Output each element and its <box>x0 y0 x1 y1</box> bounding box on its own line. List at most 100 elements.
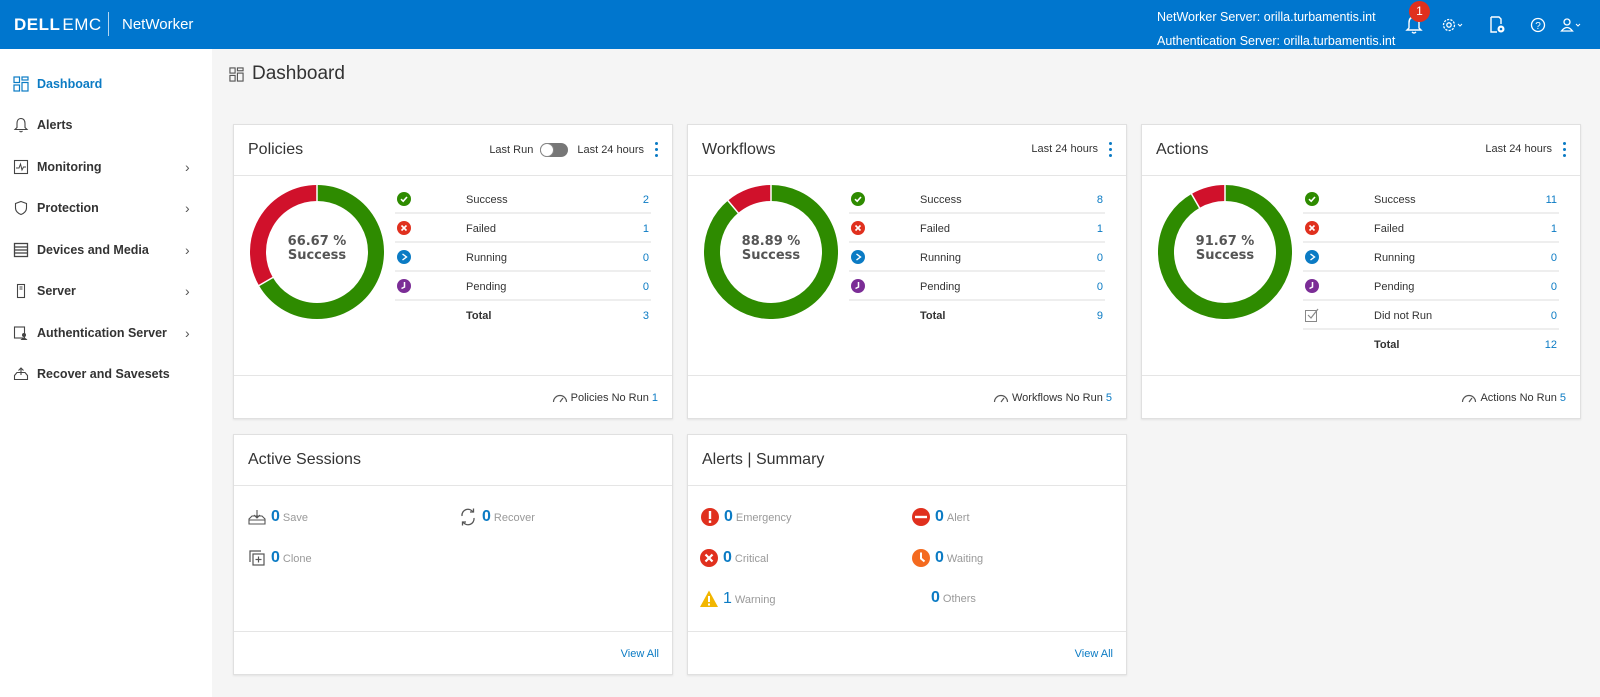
alert-critical[interactable]: 0 Critical <box>699 548 769 568</box>
policies-stats: Success 2 Failed 1 Running 0 Pending 0 Total 3 <box>395 185 651 330</box>
stat-label: Failed <box>1374 223 1404 235</box>
report-settings-button[interactable] <box>1489 14 1505 36</box>
stat-value[interactable]: 9 <box>1097 310 1103 322</box>
failed-icon <box>851 221 865 235</box>
kebab-menu-icon[interactable] <box>655 142 659 158</box>
stat-value[interactable]: 1 <box>1551 223 1557 235</box>
sidebar-item-label: Server <box>37 284 76 298</box>
sidebar-item-monitoring[interactable]: Monitoring › <box>0 148 212 186</box>
stat-value[interactable]: 11 <box>1546 194 1557 206</box>
auth-server-label: Authentication Server: orilla.turbamenti… <box>1157 34 1396 48</box>
help-button[interactable]: ? <box>1530 14 1546 36</box>
stat-value[interactable]: 0 <box>1097 281 1103 293</box>
gauge-icon <box>1462 394 1477 403</box>
view-all-alerts-link[interactable]: View All <box>1075 648 1113 660</box>
stat-value[interactable]: 3 <box>643 310 649 322</box>
range-label: Last 24 hours <box>577 144 644 156</box>
top-bar: DELL EMC NetWorker NetWorker Server: oril… <box>0 0 1600 49</box>
shield-icon <box>13 200 29 216</box>
stat-label: Pending <box>920 281 961 293</box>
logo-divider <box>108 12 109 36</box>
sidebar-item-protection[interactable]: Protection › <box>0 189 212 227</box>
alert-label: Alert <box>946 512 970 524</box>
stat-label: Failed <box>466 223 496 235</box>
stat-value[interactable]: 0 <box>1551 310 1557 322</box>
user-menu-button[interactable] <box>1560 14 1584 36</box>
policies-no-run-link[interactable]: Policies No Run 1 <box>552 392 658 404</box>
session-save[interactable]: 0 Save <box>247 507 308 527</box>
actions-no-run-link[interactable]: Actions No Run 5 <box>1461 392 1566 404</box>
stat-row-success: Success 11 <box>1303 185 1559 214</box>
session-clone[interactable]: 0 Clone <box>247 548 312 568</box>
alert-alert[interactable]: 0 Alert <box>911 507 970 527</box>
stat-label: Failed <box>920 223 950 235</box>
settings-menu-button[interactable] <box>1441 14 1465 36</box>
stat-row-failed: Failed 1 <box>849 214 1105 243</box>
sidebar-item-recover-and-savesets[interactable]: Recover and Savesets <box>0 355 212 393</box>
stat-label: Pending <box>1374 281 1415 293</box>
pending-icon <box>397 279 411 293</box>
monitoring-icon <box>13 159 29 175</box>
server-icon <box>13 283 29 299</box>
stat-value[interactable]: 1 <box>643 223 649 235</box>
donut-slice-failed[interactable] <box>1191 185 1226 209</box>
view-all-sessions-link[interactable]: View All <box>621 648 659 660</box>
session-label: Clone <box>282 553 312 565</box>
alert-warning[interactable]: 1 Warning <box>699 589 775 609</box>
success-icon <box>397 192 411 206</box>
stat-value[interactable]: 0 <box>643 281 649 293</box>
sidebar-item-alerts[interactable]: Alerts <box>0 106 212 144</box>
stat-value[interactable]: 0 <box>643 252 649 264</box>
stat-value[interactable]: 2 <box>643 194 649 206</box>
sidebar-item-server[interactable]: Server › <box>0 272 212 310</box>
stat-value[interactable]: 12 <box>1545 339 1557 351</box>
sidebar: Dashboard Alerts Monitoring › Protection… <box>0 49 212 697</box>
alerts-summary-card: Alerts | Summary 0 Emergency 0 Alert 0 Crit… <box>687 434 1127 675</box>
card-title: Active Sessions <box>248 451 361 468</box>
alert-waiting[interactable]: 0 Waiting <box>911 548 983 568</box>
donut-slice-failed[interactable] <box>727 185 772 214</box>
alert-emergency[interactable]: 0 Emergency <box>700 507 792 527</box>
last-run-toggle[interactable] <box>540 143 569 157</box>
alert-minus-icon <box>912 508 930 526</box>
alert-count: 1 <box>723 590 732 607</box>
donut-center-pct: 66.67 % <box>287 234 347 249</box>
stat-value[interactable]: 0 <box>1097 252 1103 264</box>
stat-row-total: Total 12 <box>1303 330 1559 359</box>
devices-icon <box>13 242 29 258</box>
card-title: Actions <box>1156 141 1209 158</box>
alert-label: Others <box>942 593 976 605</box>
warning-icon <box>700 590 718 607</box>
donut-center-text: Success <box>287 248 347 263</box>
stat-label: Success <box>920 194 962 206</box>
alert-others[interactable]: 0 Others <box>931 589 976 607</box>
dashboard-icon <box>13 76 29 92</box>
chevron-right-icon: › <box>185 325 190 341</box>
stat-value[interactable]: 0 <box>1551 252 1557 264</box>
card-title: Alerts | Summary <box>702 451 825 468</box>
stat-label: Pending <box>466 281 507 293</box>
stat-label: Total <box>1374 339 1400 351</box>
workflows-no-run-link[interactable]: Workflows No Run 5 <box>993 392 1112 404</box>
sidebar-item-label: Alerts <box>37 118 73 132</box>
stat-value[interactable]: 8 <box>1097 194 1103 206</box>
stat-value[interactable]: 1 <box>1097 223 1103 235</box>
stat-value[interactable]: 0 <box>1551 281 1557 293</box>
stat-row-running: Running 0 <box>1303 243 1559 272</box>
notification-badge: 1 <box>1409 1 1430 22</box>
session-count: 0 <box>271 508 280 525</box>
no-run-label: Policies No Run <box>570 392 649 404</box>
alert-label: Waiting <box>946 553 984 565</box>
stat-row-running: Running 0 <box>395 243 651 272</box>
session-count: 0 <box>271 549 280 566</box>
last-run-label: Last Run <box>489 144 534 156</box>
kebab-menu-icon[interactable] <box>1563 142 1567 158</box>
kebab-menu-icon[interactable] <box>1109 142 1113 158</box>
sidebar-item-devices-and-media[interactable]: Devices and Media › <box>0 231 212 269</box>
sidebar-item-authentication-server[interactable]: Authentication Server › <box>0 314 212 352</box>
save-icon <box>248 510 266 525</box>
sidebar-item-dashboard[interactable]: Dashboard <box>0 65 212 103</box>
help-icon: ? <box>1530 17 1546 33</box>
gauge-icon <box>993 394 1009 403</box>
session-recover[interactable]: 0 Recover <box>458 507 535 527</box>
